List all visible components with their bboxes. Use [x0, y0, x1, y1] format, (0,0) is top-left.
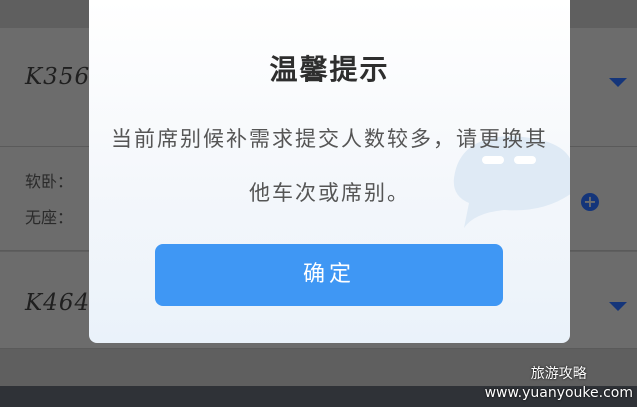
- confirm-button[interactable]: 确定: [155, 244, 503, 306]
- alert-dialog: 温馨提示 当前席别候补需求提交人数较多，请更换其他车次或席别。 确定: [89, 0, 570, 343]
- dialog-message: 当前席别候补需求提交人数较多，请更换其他车次或席别。: [111, 127, 548, 205]
- add-icon[interactable]: +: [581, 193, 599, 211]
- watermark: 旅游攻略 www.yuanyouke.com: [485, 365, 633, 403]
- watermark-url: www.yuanyouke.com: [484, 385, 633, 401]
- seat-type-label: 无座：: [25, 208, 74, 227]
- chevron-down-icon[interactable]: [609, 302, 627, 311]
- chevron-down-icon[interactable]: [609, 78, 627, 87]
- dialog-title: 温馨提示: [269, 53, 390, 86]
- seat-type-label: 软卧：: [25, 172, 74, 191]
- watermark-title: 旅游攻略: [530, 366, 587, 382]
- train-number: K356: [25, 64, 91, 90]
- train-number: K464: [25, 290, 91, 316]
